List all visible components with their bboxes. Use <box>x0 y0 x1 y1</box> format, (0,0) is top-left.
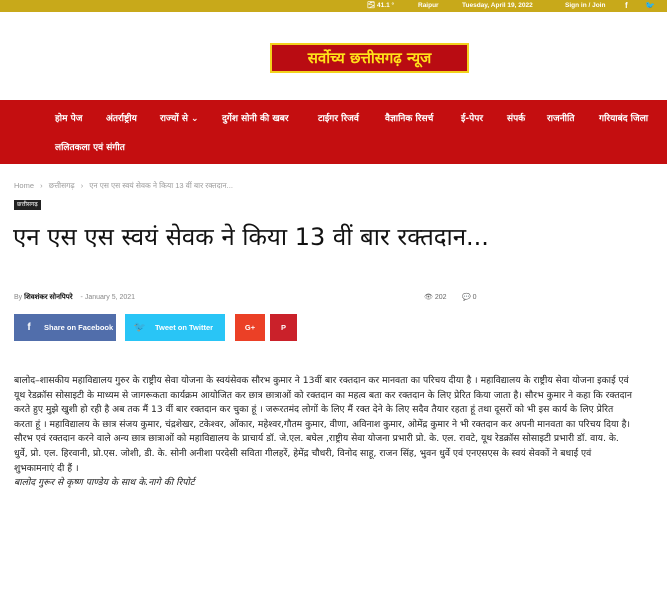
nav-item-contact[interactable]: संपर्क <box>507 111 525 124</box>
article-title: एन एस एस स्वयं सेवक ने किया 13 वीं बार र… <box>13 223 489 251</box>
share-pinterest-button[interactable]: P <box>270 314 297 341</box>
share-facebook-label: Share on Facebook <box>44 323 114 332</box>
article-credit: बालोद गुरूर से कृष्ण पाण्डेय के साथ के.न… <box>14 477 195 489</box>
pinterest-icon: P <box>280 323 286 332</box>
nav-item-states[interactable]: राज्यों से ⌄ <box>160 111 199 124</box>
nav-item-gariyaband[interactable]: गरियाबंद जिला <box>599 111 648 124</box>
site-logo-text: सर्वोच्य छत्तीसगढ़ न्यूज <box>307 49 432 67</box>
author-link[interactable]: शिवशंकर सोनपिपरे <box>24 294 72 301</box>
site-logo[interactable]: सर्वोच्य छत्तीसगढ़ न्यूज <box>270 43 469 73</box>
date-separator: - <box>80 294 83 301</box>
sign-in-link[interactable]: Sign in / Join <box>565 0 605 12</box>
nav-item-international[interactable]: अंतर्राष्ट्रीय <box>106 111 137 124</box>
twitter-icon[interactable]: 🐦 <box>645 0 655 12</box>
breadcrumb: Home › छत्तीसगढ़ › एन एस एस स्वयं सेवक न… <box>14 181 233 191</box>
breadcrumb-current: एन एस एस स्वयं सेवक ने किया 13 वीं बार र… <box>89 181 233 190</box>
share-facebook-button[interactable]: f Share on Facebook <box>14 314 116 341</box>
breadcrumb-separator: › <box>40 181 43 190</box>
share-twitter-label: Tweet on Twitter <box>155 323 214 332</box>
current-date: Tuesday, April 19, 2022 <box>462 2 533 9</box>
googleplus-icon: G+ <box>244 323 256 332</box>
breadcrumb-home[interactable]: Home <box>14 181 34 190</box>
comment-count[interactable]: 💬 0 <box>462 293 477 301</box>
nav-item-politics[interactable]: राजनीति <box>547 111 574 124</box>
breadcrumb-category[interactable]: छत्तीसगढ़ <box>49 181 75 190</box>
weather-city: Raipur <box>418 2 439 9</box>
top-bar: 🌫 41.1 ° Raipur Tuesday, April 19, 2022 … <box>0 0 667 12</box>
nav-item-durgesh-soni[interactable]: दुर्गेश सोनी की खबर <box>222 111 289 124</box>
nav-item-epaper[interactable]: ई-पेपर <box>461 111 483 124</box>
main-nav: होम पेज अंतर्राष्ट्रीय राज्यों से ⌄ दुर्… <box>0 100 667 164</box>
category-badge[interactable]: छत्तीसगढ़ <box>14 200 41 210</box>
article-body: बालोद–शासकीय महाविद्यालय गुरुर के राष्ट्… <box>14 374 634 491</box>
nav-item-science-research[interactable]: वैज्ञानिक रिसर्च <box>385 111 433 124</box>
nav-item-fine-arts[interactable]: ललितकला एवं संगीत <box>55 140 125 153</box>
article-date: January 5, 2021 <box>84 294 136 301</box>
twitter-icon: 🐦 <box>133 322 147 333</box>
facebook-icon: f <box>27 322 31 333</box>
article-paragraph: बालोद–शासकीय महाविद्यालय गुरुर के राष्ट्… <box>14 375 632 474</box>
eye-icon: 👁 <box>424 294 433 301</box>
comment-icon: 💬 <box>462 294 471 301</box>
view-count-value: 202 <box>434 294 447 301</box>
view-count: 👁 202 <box>424 293 447 301</box>
breadcrumb-separator: › <box>80 181 84 190</box>
comment-count-value: 0 <box>472 294 477 301</box>
share-googleplus-button[interactable]: G+ <box>235 314 265 341</box>
nav-item-home[interactable]: होम पेज <box>55 111 82 124</box>
weather-readout: 🌫 41.1 ° <box>367 2 395 9</box>
article-meta: By शिवशंकर सोनपिपरे - January 5, 2021 <box>14 293 135 302</box>
share-twitter-button[interactable]: 🐦 Tweet on Twitter <box>125 314 225 341</box>
nav-item-tiger-reserve[interactable]: टाईगर रिजर्व <box>318 111 359 124</box>
byline-prefix: By <box>14 294 23 301</box>
facebook-icon[interactable]: f <box>625 0 628 12</box>
